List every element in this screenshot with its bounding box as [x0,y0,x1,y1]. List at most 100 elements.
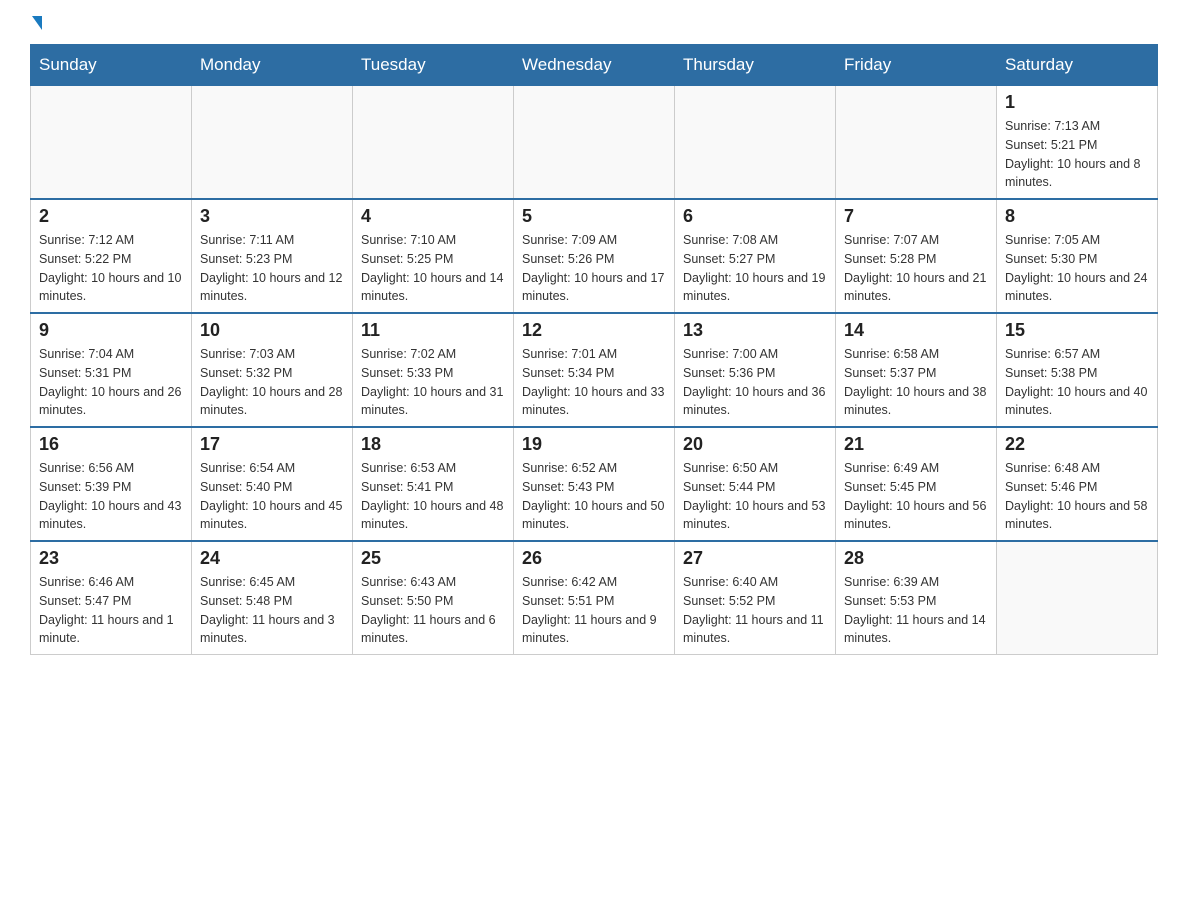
day-number: 28 [844,548,988,569]
day-number: 18 [361,434,505,455]
day-number: 17 [200,434,344,455]
calendar-cell: 20 Sunrise: 6:50 AMSunset: 5:44 PMDayligh… [675,427,836,541]
day-info: Sunrise: 6:46 AMSunset: 5:47 PMDaylight:… [39,573,183,648]
calendar-table: SundayMondayTuesdayWednesdayThursdayFrid… [30,44,1158,655]
calendar-cell: 15 Sunrise: 6:57 AMSunset: 5:38 PMDayligh… [997,313,1158,427]
day-info: Sunrise: 7:07 AMSunset: 5:28 PMDaylight:… [844,231,988,306]
day-number: 27 [683,548,827,569]
calendar-cell: 8 Sunrise: 7:05 AMSunset: 5:30 PMDaylight… [997,199,1158,313]
calendar-cell: 10 Sunrise: 7:03 AMSunset: 5:32 PMDayligh… [192,313,353,427]
calendar-week-row: 2 Sunrise: 7:12 AMSunset: 5:22 PMDaylight… [31,199,1158,313]
day-number: 12 [522,320,666,341]
day-number: 8 [1005,206,1149,227]
calendar-header-row: SundayMondayTuesdayWednesdayThursdayFrid… [31,45,1158,86]
day-number: 15 [1005,320,1149,341]
day-info: Sunrise: 7:08 AMSunset: 5:27 PMDaylight:… [683,231,827,306]
calendar-header-thursday: Thursday [675,45,836,86]
day-number: 20 [683,434,827,455]
calendar-cell [836,86,997,200]
day-number: 19 [522,434,666,455]
calendar-week-row: 16 Sunrise: 6:56 AMSunset: 5:39 PMDayligh… [31,427,1158,541]
day-number: 11 [361,320,505,341]
day-info: Sunrise: 7:04 AMSunset: 5:31 PMDaylight:… [39,345,183,420]
calendar-cell: 19 Sunrise: 6:52 AMSunset: 5:43 PMDayligh… [514,427,675,541]
day-info: Sunrise: 6:43 AMSunset: 5:50 PMDaylight:… [361,573,505,648]
calendar-cell: 16 Sunrise: 6:56 AMSunset: 5:39 PMDayligh… [31,427,192,541]
day-info: Sunrise: 7:02 AMSunset: 5:33 PMDaylight:… [361,345,505,420]
calendar-cell: 3 Sunrise: 7:11 AMSunset: 5:23 PMDaylight… [192,199,353,313]
day-number: 4 [361,206,505,227]
day-info: Sunrise: 6:42 AMSunset: 5:51 PMDaylight:… [522,573,666,648]
day-info: Sunrise: 6:50 AMSunset: 5:44 PMDaylight:… [683,459,827,534]
calendar-cell: 12Sunrise: 7:01 AMSunset: 5:34 PMDayligh… [514,313,675,427]
calendar-cell: 4 Sunrise: 7:10 AMSunset: 5:25 PMDaylight… [353,199,514,313]
calendar-header-saturday: Saturday [997,45,1158,86]
day-number: 13 [683,320,827,341]
calendar-cell [514,86,675,200]
calendar-header-friday: Friday [836,45,997,86]
calendar-header-monday: Monday [192,45,353,86]
day-info: Sunrise: 6:45 AMSunset: 5:48 PMDaylight:… [200,573,344,648]
calendar-header-tuesday: Tuesday [353,45,514,86]
calendar-cell: 7Sunrise: 7:07 AMSunset: 5:28 PMDaylight… [836,199,997,313]
calendar-cell: 11 Sunrise: 7:02 AMSunset: 5:33 PMDayligh… [353,313,514,427]
day-number: 10 [200,320,344,341]
day-info: Sunrise: 7:11 AMSunset: 5:23 PMDaylight:… [200,231,344,306]
day-info: Sunrise: 6:57 AMSunset: 5:38 PMDaylight:… [1005,345,1149,420]
day-number: 2 [39,206,183,227]
day-number: 16 [39,434,183,455]
calendar-cell: 1 Sunrise: 7:13 AMSunset: 5:21 PMDaylight… [997,86,1158,200]
day-info: Sunrise: 6:39 AMSunset: 5:53 PMDaylight:… [844,573,988,648]
day-info: Sunrise: 6:48 AMSunset: 5:46 PMDaylight:… [1005,459,1149,534]
calendar-header-sunday: Sunday [31,45,192,86]
day-info: Sunrise: 6:53 AMSunset: 5:41 PMDaylight:… [361,459,505,534]
day-info: Sunrise: 7:13 AMSunset: 5:21 PMDaylight:… [1005,117,1149,192]
day-info: Sunrise: 7:12 AMSunset: 5:22 PMDaylight:… [39,231,183,306]
calendar-cell: 25 Sunrise: 6:43 AMSunset: 5:50 PMDayligh… [353,541,514,655]
day-info: Sunrise: 6:40 AMSunset: 5:52 PMDaylight:… [683,573,827,648]
day-info: Sunrise: 7:09 AMSunset: 5:26 PMDaylight:… [522,231,666,306]
day-info: Sunrise: 7:10 AMSunset: 5:25 PMDaylight:… [361,231,505,306]
day-number: 6 [683,206,827,227]
day-info: Sunrise: 6:56 AMSunset: 5:39 PMDaylight:… [39,459,183,534]
calendar-cell: 24 Sunrise: 6:45 AMSunset: 5:48 PMDayligh… [192,541,353,655]
calendar-week-row: 1 Sunrise: 7:13 AMSunset: 5:21 PMDaylight… [31,86,1158,200]
day-info: Sunrise: 7:00 AMSunset: 5:36 PMDaylight:… [683,345,827,420]
day-number: 1 [1005,92,1149,113]
calendar-cell: 18 Sunrise: 6:53 AMSunset: 5:41 PMDayligh… [353,427,514,541]
calendar-cell: 14 Sunrise: 6:58 AMSunset: 5:37 PMDayligh… [836,313,997,427]
calendar-week-row: 9 Sunrise: 7:04 AMSunset: 5:31 PMDaylight… [31,313,1158,427]
day-info: Sunrise: 6:52 AMSunset: 5:43 PMDaylight:… [522,459,666,534]
day-number: 23 [39,548,183,569]
calendar-cell [675,86,836,200]
day-number: 26 [522,548,666,569]
day-number: 9 [39,320,183,341]
calendar-cell: 6 Sunrise: 7:08 AMSunset: 5:27 PMDaylight… [675,199,836,313]
page-header [30,20,1158,34]
day-number: 5 [522,206,666,227]
calendar-cell: 17 Sunrise: 6:54 AMSunset: 5:40 PMDayligh… [192,427,353,541]
calendar-cell: 26 Sunrise: 6:42 AMSunset: 5:51 PMDayligh… [514,541,675,655]
day-info: Sunrise: 7:05 AMSunset: 5:30 PMDaylight:… [1005,231,1149,306]
calendar-cell: 5 Sunrise: 7:09 AMSunset: 5:26 PMDaylight… [514,199,675,313]
day-number: 3 [200,206,344,227]
day-info: Sunrise: 6:54 AMSunset: 5:40 PMDaylight:… [200,459,344,534]
day-number: 25 [361,548,505,569]
calendar-cell: 22 Sunrise: 6:48 AMSunset: 5:46 PMDayligh… [997,427,1158,541]
calendar-cell: 2 Sunrise: 7:12 AMSunset: 5:22 PMDaylight… [31,199,192,313]
logo [30,20,42,34]
logo-triangle-icon [32,16,42,30]
day-number: 24 [200,548,344,569]
day-number: 22 [1005,434,1149,455]
calendar-cell [31,86,192,200]
calendar-cell: 28 Sunrise: 6:39 AMSunset: 5:53 PMDayligh… [836,541,997,655]
calendar-cell: 27 Sunrise: 6:40 AMSunset: 5:52 PMDayligh… [675,541,836,655]
day-number: 21 [844,434,988,455]
day-info: Sunrise: 7:03 AMSunset: 5:32 PMDaylight:… [200,345,344,420]
day-info: Sunrise: 6:58 AMSunset: 5:37 PMDaylight:… [844,345,988,420]
day-number: 14 [844,320,988,341]
calendar-cell: 9 Sunrise: 7:04 AMSunset: 5:31 PMDaylight… [31,313,192,427]
calendar-cell [997,541,1158,655]
calendar-cell: 13 Sunrise: 7:00 AMSunset: 5:36 PMDayligh… [675,313,836,427]
calendar-cell [192,86,353,200]
